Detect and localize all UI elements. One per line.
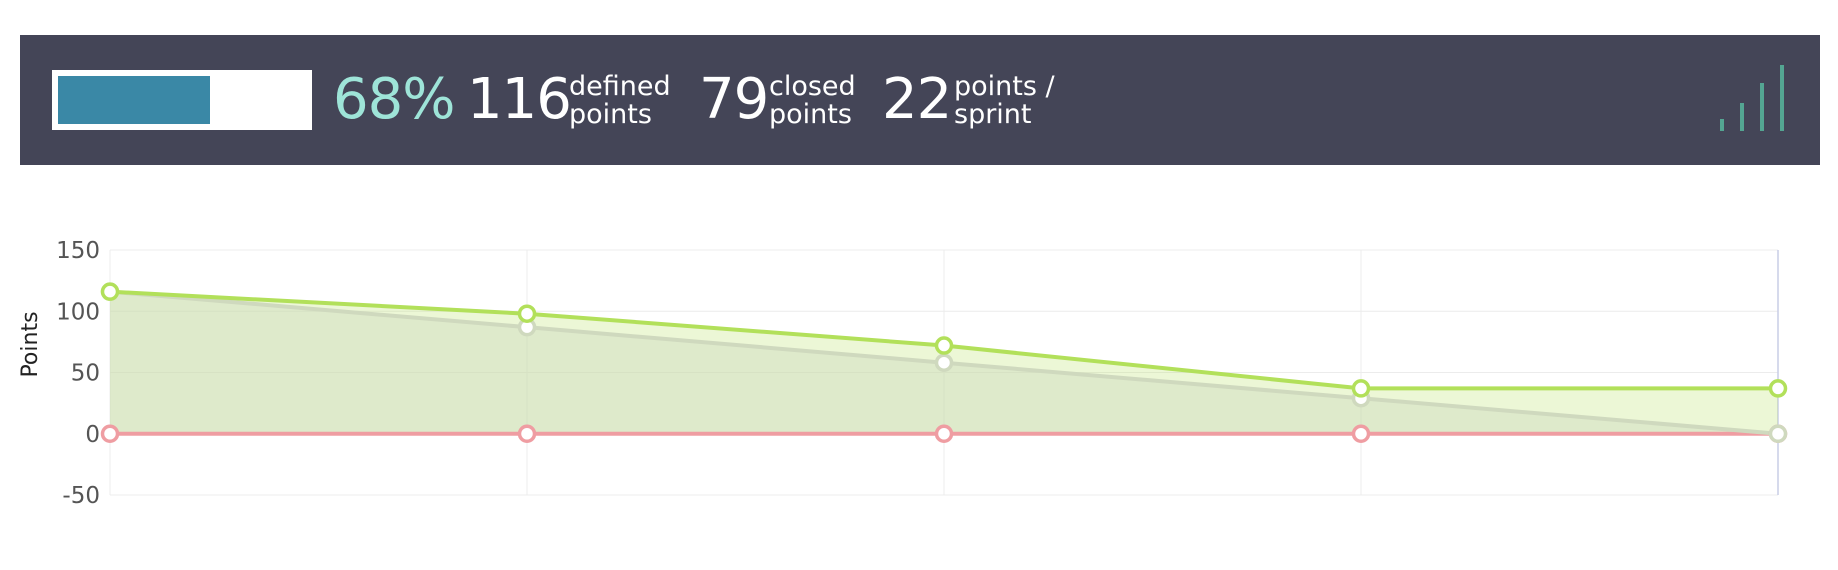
y-axis-label: Points: [18, 311, 43, 377]
data-point: [100, 282, 120, 301]
mini-bar: [1720, 119, 1724, 131]
data-point: [100, 424, 120, 443]
closed-points-label-line1: closed: [769, 71, 856, 102]
velocity-label: points / sprint: [954, 73, 1074, 129]
burndown-chart-svg: 150 100 50 0 -50 Points: [18, 238, 1788, 509]
defined-points-value: 116: [467, 67, 572, 132]
data-point: [1351, 424, 1371, 443]
data-point: [934, 353, 954, 372]
y-tick-label: -50: [62, 483, 100, 509]
data-point: [1351, 379, 1371, 398]
mini-bar: [1760, 83, 1764, 131]
closed-points-label-line2: points: [769, 99, 852, 130]
data-point: [517, 304, 537, 323]
data-point: [517, 424, 537, 443]
velocity-value: 22: [882, 67, 952, 132]
closed-points-label: closed points: [769, 73, 889, 129]
progress-bar-fill: [58, 76, 210, 124]
y-tick-label: 50: [71, 361, 100, 387]
summary-bar: 68% 116 defined points 79 closed points …: [20, 35, 1820, 165]
mini-bar: [1780, 65, 1784, 131]
velocity-label-line1: points /: [954, 71, 1055, 102]
y-tick-label: 150: [56, 238, 100, 264]
defined-points-label-line2: points: [569, 99, 652, 130]
y-tick-label: 100: [56, 299, 100, 325]
defined-points-label-line1: defined: [569, 71, 671, 102]
progress-percent: 68%: [333, 67, 455, 132]
burndown-chart: 150 100 50 0 -50 Points: [0, 225, 1838, 555]
data-point: [934, 336, 954, 355]
velocity-label-line2: sprint: [954, 99, 1032, 130]
mini-bar-chart: [1720, 65, 1790, 131]
mini-bar: [1740, 103, 1744, 131]
defined-points-label: defined points: [569, 73, 689, 129]
data-point: [1768, 379, 1788, 398]
data-point: [934, 424, 954, 443]
data-point: [1768, 424, 1788, 443]
closed-points-value: 79: [699, 67, 769, 132]
y-tick-label: 0: [85, 422, 100, 448]
progress-bar: [52, 70, 312, 130]
